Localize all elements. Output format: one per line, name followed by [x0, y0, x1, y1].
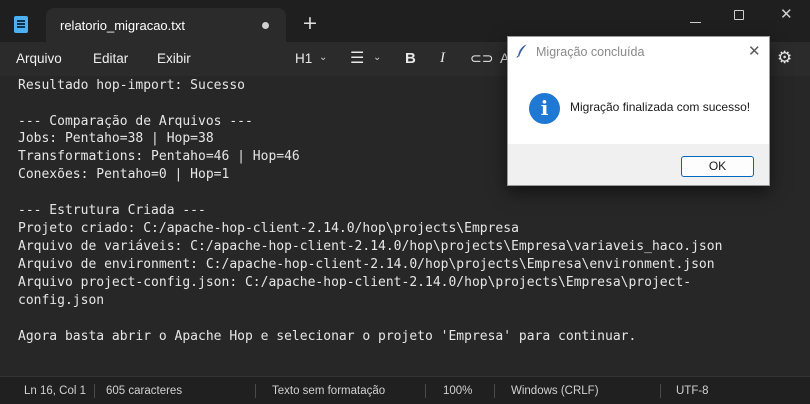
dialog-title-bar[interactable]: Migração concluída ✕ — [508, 37, 769, 68]
info-icon: i — [529, 93, 560, 124]
new-tab-button[interactable]: + — [302, 14, 318, 33]
heading-chevron-down-icon[interactable]: ⌄ — [319, 52, 327, 63]
editor-line: Transformations: Pentaho=46 | Hop=46 — [18, 149, 300, 164]
editor-line: config.json — [18, 293, 105, 308]
notepad-icon — [14, 16, 28, 33]
list-chevron-down-icon[interactable]: ⌄ — [373, 52, 381, 63]
italic-button[interactable]: I — [440, 50, 445, 67]
status-divider — [425, 384, 426, 398]
link-icon[interactable]: ⊂⊃ — [470, 50, 493, 67]
heading-button[interactable]: H1 — [295, 51, 312, 66]
maximize-button[interactable] — [734, 10, 744, 20]
zoom-level[interactable]: 100% — [443, 385, 472, 397]
line-ending[interactable]: Windows (CRLF) — [511, 385, 599, 397]
editor-line: Arquivo project-config.json: C:/apache-h… — [18, 275, 692, 290]
editor-line: Resultado hop-import: Sucesso — [18, 78, 245, 93]
editor-line: Conexões: Pentaho=0 | Hop=1 — [18, 167, 230, 182]
editor-line: Arquivo de environment: C:/apache-hop-cl… — [18, 257, 715, 272]
list-icon[interactable]: ☰ — [350, 48, 364, 68]
tab-relatorio[interactable]: relatorio_migracao.txt — [46, 8, 286, 42]
settings-gear-icon[interactable]: ⚙ — [777, 48, 792, 68]
status-divider — [94, 384, 95, 398]
character-count: 605 caracteres — [106, 385, 183, 397]
tab-title: relatorio_migracao.txt — [60, 18, 185, 33]
editor-line: Arquivo de variáveis: C:/apache-hop-clie… — [18, 239, 723, 254]
dialog-body: i Migração finalizada com sucesso! — [508, 68, 769, 144]
dialog-message: Migração finalizada com sucesso! — [570, 100, 751, 114]
dialog-close-icon[interactable]: ✕ — [748, 42, 761, 60]
editor-line: Projeto criado: C:/apache-hop-client-2.1… — [18, 221, 519, 236]
status-divider — [660, 384, 661, 398]
message-dialog: Migração concluída ✕ i Migração finaliza… — [507, 36, 770, 186]
status-bar: Ln 16, Col 1 605 caracteres Texto sem fo… — [0, 376, 810, 404]
close-window-button[interactable]: ✕ — [780, 5, 793, 23]
ok-button[interactable]: OK — [681, 156, 754, 177]
menu-editar[interactable]: Editar — [93, 51, 128, 66]
status-divider — [494, 384, 495, 398]
unsaved-dot-icon[interactable] — [262, 22, 269, 29]
dialog-footer: OK — [508, 144, 769, 185]
editor-line: Jobs: Pentaho=38 | Hop=38 — [18, 131, 214, 146]
bold-button[interactable]: B — [405, 50, 416, 67]
text-format: Texto sem formatação — [272, 385, 386, 397]
status-divider — [255, 384, 256, 398]
cursor-position: Ln 16, Col 1 — [24, 385, 87, 397]
editor-line: --- Estrutura Criada --- — [18, 203, 206, 218]
editor-line: Agora basta abrir o Apache Hop e selecio… — [18, 329, 637, 344]
editor-line: --- Comparação de Arquivos --- — [18, 114, 253, 129]
dialog-title: Migração concluída — [536, 45, 645, 59]
feather-icon — [516, 44, 527, 58]
menu-arquivo[interactable]: Arquivo — [16, 51, 62, 66]
encoding[interactable]: UTF-8 — [676, 385, 709, 397]
menu-exibir[interactable]: Exibir — [157, 51, 191, 66]
minimize-button[interactable] — [690, 22, 701, 23]
